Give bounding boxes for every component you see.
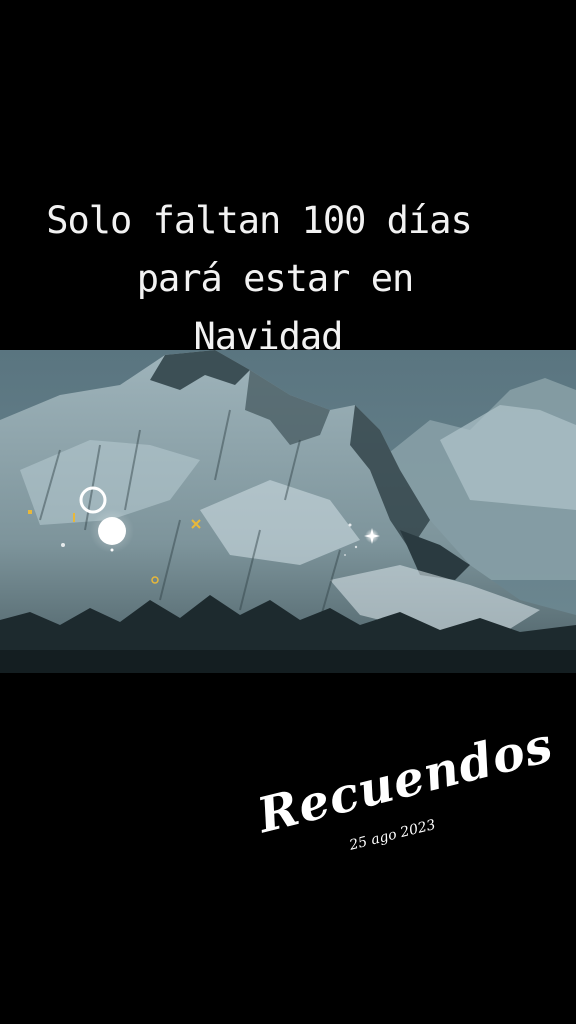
story-page: Solo faltan 100 días pará estar en Navid…	[0, 0, 576, 1024]
dot-sparkle-5	[344, 554, 346, 556]
caption-text: Solo faltan 100 días pará estar en Navid…	[0, 192, 576, 366]
dot-sparkle	[110, 548, 114, 552]
dot-sparkle-2	[61, 543, 65, 547]
line-sparkle	[73, 513, 75, 522]
stamp-title: Recuendos	[252, 716, 559, 845]
orb-glow	[90, 509, 134, 553]
square-sparkle	[28, 510, 32, 514]
caption-line-1: Solo faltan 100 días	[46, 199, 473, 242]
caption-line-2: pará estar en	[136, 257, 415, 300]
dot-sparkle-3	[348, 523, 352, 527]
dot-sparkle-4	[354, 545, 358, 549]
mountain-photo	[0, 350, 576, 673]
mountain-scene	[0, 350, 576, 673]
recuerdos-stamp: Recuendos 25 ago 2023	[250, 716, 559, 907]
forest-shadow	[0, 650, 576, 673]
